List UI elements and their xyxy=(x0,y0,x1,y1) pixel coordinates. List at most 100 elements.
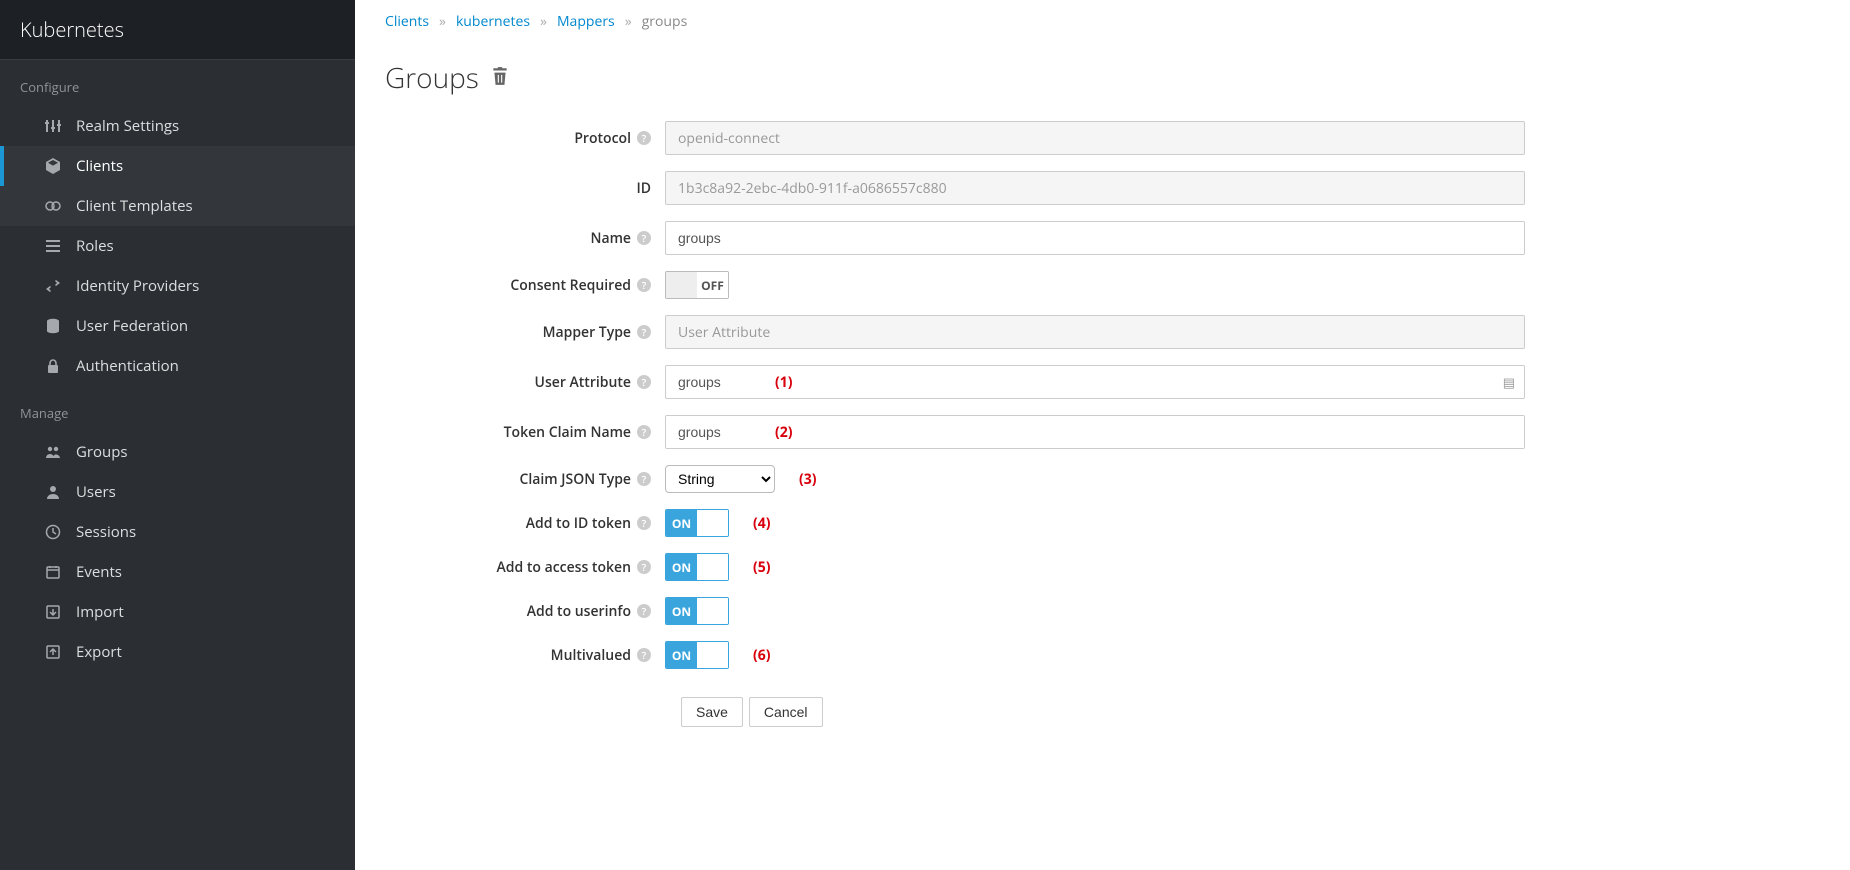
help-icon[interactable]: ? xyxy=(637,560,651,574)
protocol-field: openid-connect xyxy=(665,121,1525,155)
token-claim-input[interactable] xyxy=(665,415,1525,449)
help-icon[interactable]: ? xyxy=(637,516,651,530)
trash-icon[interactable] xyxy=(491,66,509,91)
sliders-icon xyxy=(44,117,62,135)
toggle-on-label: ON xyxy=(666,554,697,580)
breadcrumb-link-clients[interactable]: Clients xyxy=(385,12,429,31)
toggle-on-label: ON xyxy=(666,510,697,536)
help-icon[interactable]: ? xyxy=(637,375,651,389)
mapper-type-field: User Attribute xyxy=(665,315,1525,349)
label-consent: Consent Required xyxy=(510,276,631,295)
rings-icon xyxy=(44,197,62,215)
sidebar-item-import[interactable]: Import xyxy=(0,592,355,632)
section-configure-label: Configure xyxy=(0,60,355,106)
multivalued-toggle[interactable]: ON xyxy=(665,641,729,669)
save-button[interactable]: Save xyxy=(681,697,743,727)
add-id-toggle[interactable]: ON xyxy=(665,509,729,537)
toggle-on-label: ON xyxy=(666,642,697,668)
sidebar-item-realm-settings[interactable]: Realm Settings xyxy=(0,106,355,146)
annotation-5: (5) xyxy=(753,558,771,577)
claim-type-select[interactable]: String xyxy=(665,465,775,493)
sidebar-item-clients[interactable]: Clients xyxy=(0,146,355,186)
sidebar-item-label: Realm Settings xyxy=(76,116,179,136)
sidebar-item-label: Events xyxy=(76,562,122,582)
autofill-icon: ▤ xyxy=(1503,373,1515,391)
help-icon[interactable]: ? xyxy=(637,131,651,145)
sidebar: Kubernetes Configure Realm Settings Clie… xyxy=(0,0,355,870)
users-icon xyxy=(44,443,62,461)
label-token-claim: Token Claim Name xyxy=(504,423,631,442)
sidebar-item-client-templates[interactable]: Client Templates xyxy=(0,186,355,226)
annotation-1: (1) xyxy=(775,373,793,392)
sidebar-item-users[interactable]: Users xyxy=(0,472,355,512)
id-field: 1b3c8a92-2ebc-4db0-911f-a0686557c880 xyxy=(665,171,1525,205)
help-icon[interactable]: ? xyxy=(637,472,651,486)
sidebar-item-label: Export xyxy=(76,642,122,662)
exchange-icon xyxy=(44,277,62,295)
annotation-6: (6) xyxy=(753,646,771,665)
consent-toggle[interactable]: OFF xyxy=(665,271,729,299)
help-icon[interactable]: ? xyxy=(637,278,651,292)
main-content: Clients » kubernetes » Mappers » groups … xyxy=(355,0,1850,870)
label-user-attribute: User Attribute xyxy=(535,373,631,392)
cube-icon xyxy=(44,157,62,175)
name-input[interactable] xyxy=(665,221,1525,255)
sidebar-item-groups[interactable]: Groups xyxy=(0,432,355,472)
help-icon[interactable]: ? xyxy=(637,648,651,662)
label-mapper-type: Mapper Type xyxy=(543,323,631,342)
cancel-button[interactable]: Cancel xyxy=(749,697,823,727)
help-icon[interactable]: ? xyxy=(637,425,651,439)
toggle-off-label: OFF xyxy=(697,272,728,298)
sidebar-item-roles[interactable]: Roles xyxy=(0,226,355,266)
chevron-right-icon: » xyxy=(540,12,547,31)
breadcrumb-current: groups xyxy=(642,12,688,31)
add-access-toggle[interactable]: ON xyxy=(665,553,729,581)
label-id: ID xyxy=(636,179,651,198)
sidebar-item-label: Import xyxy=(76,602,124,622)
lock-icon xyxy=(44,357,62,375)
sidebar-item-label: Clients xyxy=(76,156,123,176)
help-icon[interactable]: ? xyxy=(637,604,651,618)
label-add-access: Add to access token xyxy=(497,558,631,577)
help-icon[interactable]: ? xyxy=(637,325,651,339)
toggle-on-label: ON xyxy=(666,598,697,624)
sidebar-item-label: Sessions xyxy=(76,522,136,542)
sidebar-item-label: Groups xyxy=(76,442,128,462)
realm-selector[interactable]: Kubernetes xyxy=(0,0,355,60)
breadcrumb: Clients » kubernetes » Mappers » groups xyxy=(385,12,1820,31)
chevron-right-icon: » xyxy=(625,12,632,31)
sidebar-item-authentication[interactable]: Authentication xyxy=(0,346,355,386)
breadcrumb-link-mappers[interactable]: Mappers xyxy=(557,12,615,31)
annotation-4: (4) xyxy=(753,514,771,533)
sidebar-item-label: Roles xyxy=(76,236,114,256)
add-userinfo-toggle[interactable]: ON xyxy=(665,597,729,625)
label-multivalued: Multivalued xyxy=(551,646,631,665)
database-icon xyxy=(44,317,62,335)
sidebar-item-label: Client Templates xyxy=(76,196,193,216)
sidebar-item-sessions[interactable]: Sessions xyxy=(0,512,355,552)
sidebar-item-label: Authentication xyxy=(76,356,179,376)
sidebar-item-label: Users xyxy=(76,482,116,502)
sidebar-item-label: Identity Providers xyxy=(76,276,199,296)
sidebar-item-user-federation[interactable]: User Federation xyxy=(0,306,355,346)
sidebar-item-events[interactable]: Events xyxy=(0,552,355,592)
annotation-2: (2) xyxy=(775,423,793,442)
breadcrumb-link-kubernetes[interactable]: kubernetes xyxy=(456,12,530,31)
chevron-right-icon: » xyxy=(439,12,446,31)
clock-icon xyxy=(44,523,62,541)
label-add-userinfo: Add to userinfo xyxy=(527,602,631,621)
help-icon[interactable]: ? xyxy=(637,231,651,245)
label-name: Name xyxy=(590,229,631,248)
sidebar-item-export[interactable]: Export xyxy=(0,632,355,672)
user-attribute-input[interactable] xyxy=(665,365,1525,399)
sidebar-item-identity-providers[interactable]: Identity Providers xyxy=(0,266,355,306)
sidebar-item-label: User Federation xyxy=(76,316,188,336)
calendar-icon xyxy=(44,563,62,581)
label-add-id: Add to ID token xyxy=(526,514,631,533)
list-icon xyxy=(44,237,62,255)
user-icon xyxy=(44,483,62,501)
import-icon xyxy=(44,603,62,621)
section-manage-label: Manage xyxy=(0,386,355,432)
annotation-3: (3) xyxy=(799,470,817,489)
label-protocol: Protocol xyxy=(574,129,631,148)
